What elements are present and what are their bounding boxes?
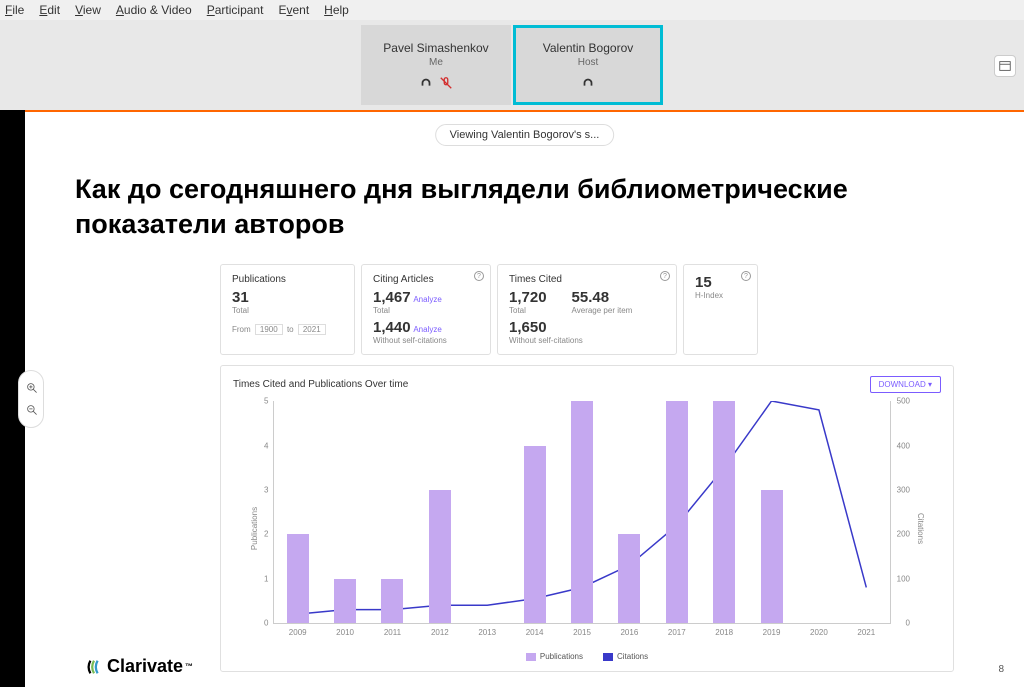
brand-logo: Clarivate™	[85, 656, 193, 677]
menu-participant[interactable]: Participant	[207, 3, 264, 17]
slide-container: Viewing Valentin Bogorov's s... Как до с…	[25, 110, 1024, 687]
bar	[761, 490, 783, 623]
bar	[287, 534, 309, 623]
card-times-cited: ? Times Cited 1,720Total 55.48Average pe…	[497, 264, 677, 355]
card-sub: Total	[373, 306, 479, 315]
participant-icons	[581, 76, 595, 90]
bar	[571, 401, 593, 623]
year-to-select[interactable]: 2021	[298, 324, 326, 335]
bar	[618, 534, 640, 623]
menu-help[interactable]: Help	[324, 3, 349, 17]
participant-tile-me[interactable]: Pavel Simashenkov Me	[361, 25, 511, 105]
slide-title: Как до сегодняшнего дня выглядели библио…	[75, 172, 974, 242]
chart-plot: 0123450100200300400500200920102011201220…	[273, 401, 891, 624]
mic-muted-icon	[439, 76, 453, 90]
participant-role: Host	[578, 57, 599, 68]
year-from-select[interactable]: 1900	[255, 324, 283, 335]
card-hindex: ? 15 H-Index	[683, 264, 758, 355]
chart-legend: Publications Citations	[233, 652, 941, 661]
zoom-in-button[interactable]	[19, 377, 45, 399]
menu-event[interactable]: Event	[278, 3, 309, 17]
analyze-link[interactable]: Analyze	[413, 325, 441, 334]
help-icon[interactable]: ?	[474, 271, 484, 281]
legend-color-icon	[603, 653, 613, 661]
card-sub: Without self-citations	[373, 336, 479, 345]
participants-bar: Pavel Simashenkov Me Valentin Bogorov Ho…	[0, 20, 1024, 110]
card-title: Times Cited	[509, 274, 665, 285]
chart-title: Times Cited and Publications Over time	[233, 379, 408, 390]
card-citing-articles: ? Citing Articles 1,467 Analyze Total 1,…	[361, 264, 491, 355]
card-row: 1,720Total 55.48Average per item	[509, 289, 665, 315]
layout-button[interactable]	[994, 55, 1016, 77]
bar	[666, 401, 688, 623]
card-row: 1,467 Analyze	[373, 289, 479, 306]
menubar: File Edit View Audio & Video Participant…	[0, 0, 1024, 20]
headset-icon	[419, 76, 433, 90]
bar	[524, 446, 546, 624]
trademark: ™	[185, 662, 193, 671]
participant-tile-host[interactable]: Valentin Bogorov Host	[513, 25, 663, 105]
bar	[381, 579, 403, 623]
y-axis-left-label: Publications	[250, 507, 259, 550]
page-number: 8	[998, 664, 1004, 675]
bar	[334, 579, 356, 623]
metrics-cards: Publications 31 Total From 1900 to 2021 …	[220, 264, 954, 355]
legend-publications: Publications	[526, 652, 583, 661]
card-row: 1,440 Analyze	[373, 319, 479, 336]
help-icon[interactable]: ?	[741, 271, 751, 281]
clarivate-icon	[85, 658, 103, 676]
card-sub: Total	[232, 306, 343, 315]
chart-area: Publications Citations 01234501002003004…	[253, 401, 911, 646]
card-title: Citing Articles	[373, 274, 479, 285]
legend-citations: Citations	[603, 652, 648, 661]
headset-icon	[581, 76, 595, 90]
viewing-indicator[interactable]: Viewing Valentin Bogorov's s...	[435, 124, 615, 146]
zoom-controls	[18, 370, 44, 428]
card-publications: Publications 31 Total From 1900 to 2021	[220, 264, 355, 355]
card-sub: H-Index	[695, 291, 746, 300]
help-icon[interactable]: ?	[660, 271, 670, 281]
chart-header: Times Cited and Publications Over time D…	[233, 376, 941, 393]
menu-audio-video[interactable]: Audio & Video	[116, 3, 192, 17]
chart-card: Times Cited and Publications Over time D…	[220, 365, 954, 672]
participant-role: Me	[429, 57, 443, 68]
card-row: 1,650Without self-citations	[509, 319, 665, 345]
legend-color-icon	[526, 653, 536, 661]
participant-name: Valentin Bogorov	[543, 41, 634, 55]
bar	[713, 401, 735, 623]
card-value: 31	[232, 289, 343, 306]
card-range: From 1900 to 2021	[232, 325, 343, 334]
card-title: Publications	[232, 274, 343, 285]
menu-file[interactable]: File	[5, 3, 24, 17]
menu-view[interactable]: View	[75, 3, 101, 17]
zoom-out-button[interactable]	[19, 399, 45, 421]
download-button[interactable]: DOWNLOAD ▾	[870, 376, 941, 393]
bar	[429, 490, 451, 623]
y-axis-right-label: Citations	[916, 513, 925, 544]
participant-name: Pavel Simashenkov	[383, 41, 488, 55]
slide-content: Как до сегодняшнего дня выглядели библио…	[25, 112, 1024, 682]
analyze-link[interactable]: Analyze	[413, 295, 441, 304]
menu-edit[interactable]: Edit	[39, 3, 60, 17]
participant-icons	[419, 76, 453, 90]
card-value: 15	[695, 274, 746, 291]
main-area: Viewing Valentin Bogorov's s... Как до с…	[0, 110, 1024, 687]
